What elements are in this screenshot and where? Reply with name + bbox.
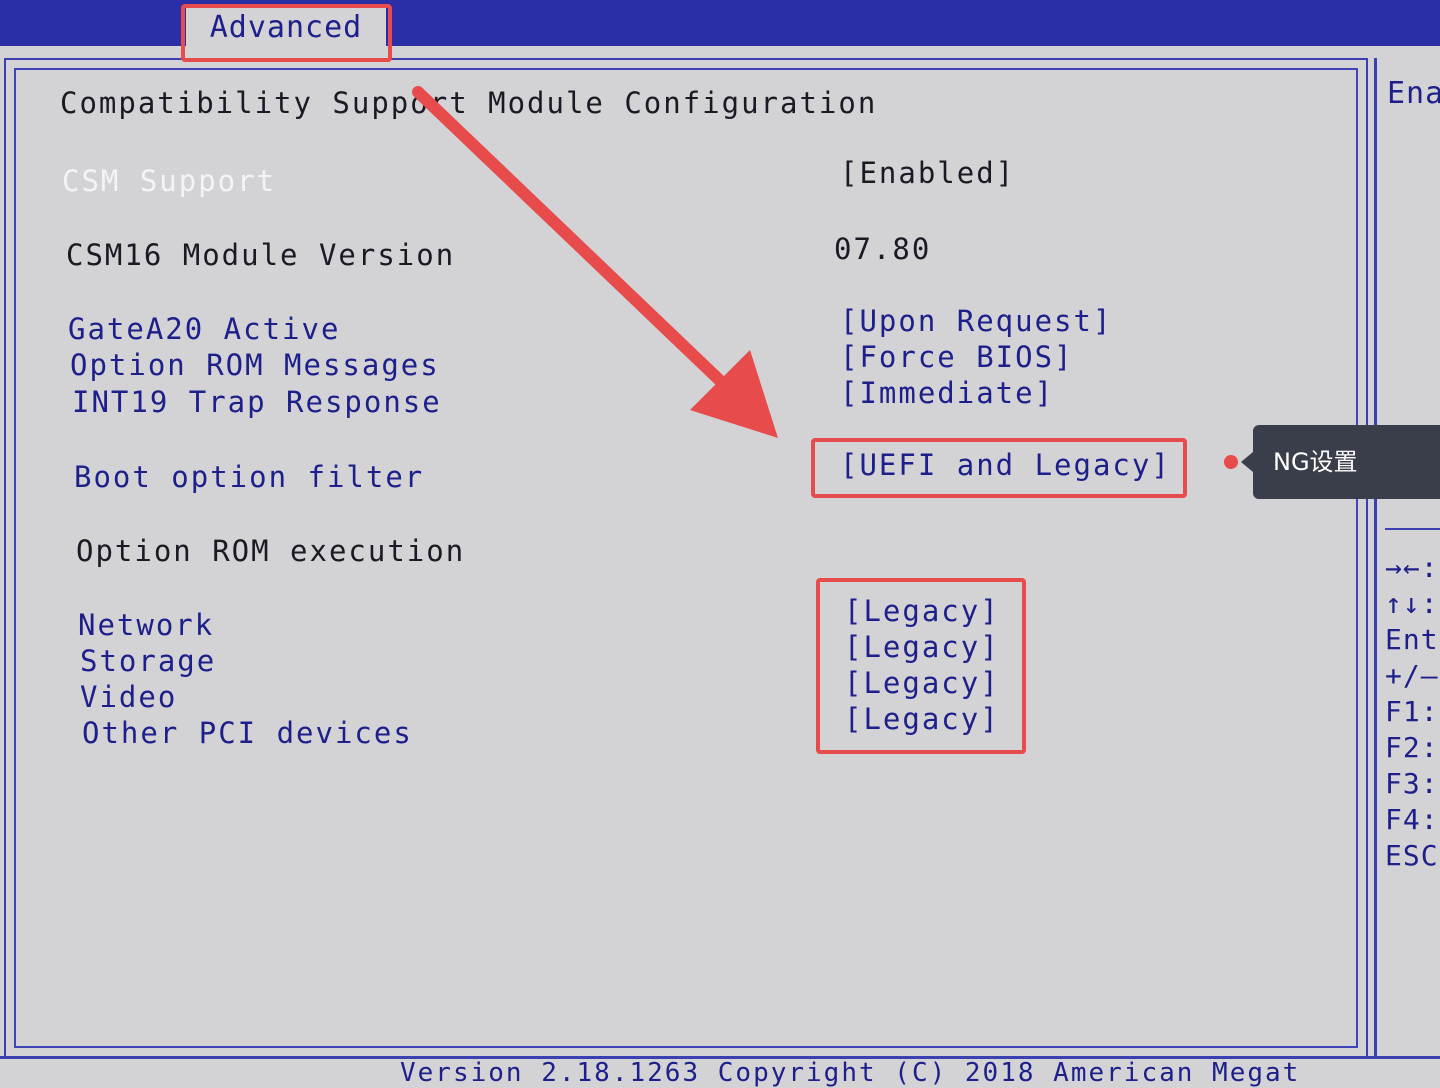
int19-trap-response-value[interactable]: [Immediate] [840, 376, 1054, 410]
csm-support-value[interactable]: [Enabled] [840, 156, 1015, 190]
gatea20-active-label[interactable]: GateA20 Active [68, 312, 340, 346]
help-text: Ena [1387, 76, 1440, 111]
boot-option-filter-highlight [811, 438, 1187, 498]
key-legend-item: ↑↓: [1385, 587, 1439, 620]
key-legend-item: +/– [1385, 659, 1439, 692]
video-label[interactable]: Video [80, 680, 177, 714]
key-legend-item: ESC [1385, 839, 1439, 872]
int19-trap-response-label[interactable]: INT19 Trap Response [72, 385, 442, 419]
storage-label[interactable]: Storage [80, 644, 216, 678]
help-divider [1385, 528, 1440, 530]
network-label[interactable]: Network [78, 608, 214, 642]
option-rom-execution-heading: Option ROM execution [76, 534, 466, 568]
page-title: Compatibility Support Module Configurati… [60, 86, 878, 120]
help-panel: Ena →←: ↑↓: Ent +/– F1: F2: F3: F4: ESC [1374, 58, 1440, 1058]
ng-setting-tooltip: NG设置 [1253, 425, 1440, 499]
key-legend-item: →←: [1385, 551, 1439, 584]
gatea20-active-value[interactable]: [Upon Request] [840, 304, 1112, 338]
key-legend-item: Ent [1385, 623, 1439, 656]
option-rom-messages-value[interactable]: [Force BIOS] [840, 340, 1074, 374]
key-legend: →←: ↑↓: Ent +/– F1: F2: F3: F4: ESC [1385, 550, 1439, 874]
csm-support-label[interactable]: CSM Support [62, 164, 276, 198]
option-rom-messages-label[interactable]: Option ROM Messages [70, 348, 440, 382]
csm16-module-version-label: CSM16 Module Version [66, 238, 456, 272]
boot-option-filter-label[interactable]: Boot option filter [74, 460, 424, 494]
other-pci-devices-label[interactable]: Other PCI devices [82, 716, 413, 750]
key-legend-item: F3: [1385, 767, 1439, 800]
key-legend-item: F4: [1385, 803, 1439, 836]
advanced-tab-highlight [181, 4, 392, 62]
csm16-module-version-value: 07.80 [834, 232, 932, 266]
tooltip-pointer [1241, 452, 1253, 472]
option-rom-values-highlight [816, 578, 1026, 754]
tooltip-marker-dot [1224, 455, 1238, 469]
key-legend-item: F1: [1385, 695, 1439, 728]
footer-copyright: Version 2.18.1263 Copyright (C) 2018 Ame… [400, 1058, 1301, 1088]
key-legend-item: F2: [1385, 731, 1439, 764]
